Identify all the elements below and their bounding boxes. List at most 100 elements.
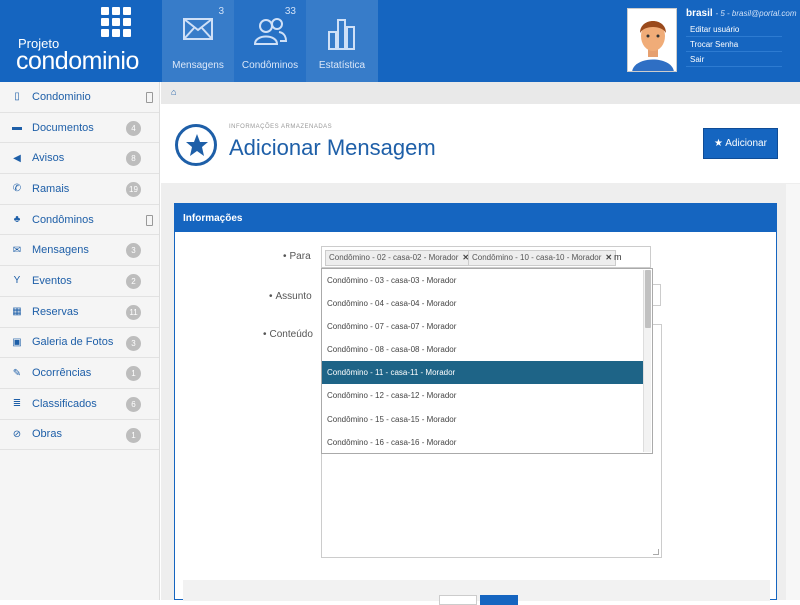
count-badge: 11 <box>126 304 141 320</box>
phone-icon: ✆ <box>12 183 22 195</box>
brand-line2: condominio <box>16 47 139 75</box>
bar-chart-icon <box>328 19 355 50</box>
sidebar-item-reservas[interactable]: ▦ Reservas 11 <box>0 297 159 328</box>
sidebar-item-cond-minos[interactable]: ♣ Condôminos <box>0 205 159 236</box>
nav-count: 33 <box>284 6 296 17</box>
logout-link[interactable]: Sair <box>686 52 782 67</box>
edit-user-link[interactable]: Editar usuário <box>686 22 782 37</box>
count-badge: 1 <box>126 427 141 443</box>
nav-label: Estatística <box>318 60 366 71</box>
sidebar-item-classificados[interactable]: ≣ Classificados 6 <box>0 389 159 420</box>
sidebar-item-ramais[interactable]: ✆ Ramais 19 <box>0 174 159 205</box>
sidebar-item-label: Obras <box>32 428 62 441</box>
megaphone-icon: ◀ <box>13 152 21 164</box>
sidebar-item-label: Ocorrências <box>32 367 92 380</box>
sidebar-item-label: Avisos <box>32 152 65 165</box>
recipient-dropdown: Condômino - 03 - casa-03 - Morador Condôm… <box>321 268 653 454</box>
dropdown-scrollbar[interactable] <box>643 270 651 452</box>
dropdown-option[interactable]: Condômino - 08 - casa-08 - Morador <box>322 338 643 361</box>
brand-logo[interactable]: Projeto condominio <box>0 0 160 82</box>
users-icon: ♣ <box>13 214 21 226</box>
assunto-input[interactable] <box>653 284 661 306</box>
home-icon[interactable]: ⌂ <box>171 87 176 97</box>
count-badge: 2 <box>126 274 141 290</box>
page-scrollbar[interactable] <box>786 184 800 600</box>
cancel-button[interactable] <box>439 595 477 605</box>
envelope-icon <box>183 18 213 40</box>
dropdown-option[interactable]: Condômino - 07 - casa-07 - Morador <box>322 315 643 338</box>
page-title: Adicionar Mensagem <box>229 135 436 160</box>
sidebar: ▯ Condominio ▬ Documentos 4 ◀ Avisos 8 ✆ Ramais 19… <box>0 82 160 600</box>
sidebar-item-documentos[interactable]: ▬ Documentos 4 <box>0 113 159 144</box>
sidebar-item-label: Eventos <box>32 274 72 287</box>
sidebar-item-mensagens[interactable]: ✉ Mensagens 3 <box>0 235 159 267</box>
user-menu: Editar usuário Trocar Senha Sair <box>686 22 782 67</box>
edit-icon: ✎ <box>12 367 22 379</box>
sidebar-item-eventos[interactable]: Y Eventos 2 <box>0 266 159 297</box>
envelope-icon: ✉ <box>12 244 22 256</box>
recipient-tag-input[interactable]: Condômino - 02 - casa-02 - Morador ✕ Cond… <box>321 246 651 268</box>
user-info: brasil - 5 - brasil@portal.com Editar us… <box>686 8 797 67</box>
conteudo-label: • Conteúdo <box>263 329 313 340</box>
count-badge: 3 <box>126 335 141 351</box>
nav-label: Mensagens <box>172 60 224 71</box>
user-avatar-icon <box>628 9 676 71</box>
page-subtitle: INFORMAÇÕES ARMAZENADAS <box>229 124 333 130</box>
sidebar-item-label: Ramais <box>32 182 70 195</box>
sidebar-item-obras[interactable]: ⊘ Obras 1 <box>0 420 159 451</box>
ban-icon: ⊘ <box>12 428 22 440</box>
recipient-tag: Condômino - 02 - casa-02 - Morador ✕ <box>325 250 474 266</box>
sidebar-item-label: Galeria de Fotos <box>32 336 114 349</box>
dropdown-scroll-thumb[interactable] <box>645 270 651 328</box>
dropdown-option[interactable]: Condômino - 15 - casa-15 - Morador <box>322 408 643 431</box>
list-icon: ≣ <box>12 398 22 410</box>
expand-icon[interactable] <box>146 92 153 103</box>
change-password-link[interactable]: Trocar Senha <box>686 37 782 52</box>
nav-label: Condôminos <box>241 60 299 71</box>
resize-grip-icon[interactable] <box>653 549 659 555</box>
recipient-tag: Condômino - 10 - casa-10 - Morador ✕ <box>468 250 617 266</box>
nav-tab-mensagens[interactable]: 3 Mensagens <box>162 0 234 82</box>
count-badge: 4 <box>126 120 141 136</box>
avatar[interactable] <box>627 8 677 72</box>
sidebar-item-galeria-de-fotos[interactable]: ▣ Galeria de Fotos 3 <box>0 328 159 359</box>
count-badge: 19 <box>126 182 141 198</box>
top-bar: Projeto condominio 3 Mensagens 33 Condôm… <box>0 0 800 82</box>
dropdown-option[interactable]: Condômino - 03 - casa-03 - Morador <box>322 269 643 292</box>
logo-grid-icon <box>101 7 131 37</box>
form-footer <box>183 580 770 605</box>
picture-icon: ▣ <box>12 336 22 348</box>
submit-button[interactable] <box>480 595 518 605</box>
dropdown-option[interactable]: Condômino - 11 - casa-11 - Morador <box>322 361 643 385</box>
para-label: • Para <box>283 251 311 262</box>
typed-text[interactable]: m <box>614 252 622 262</box>
dropdown-option[interactable]: Condômino - 12 - casa-12 - Morador <box>322 384 643 407</box>
nav-tab-estatistica[interactable]: Estatística <box>306 0 378 82</box>
nav-count: 3 <box>218 6 224 17</box>
sidebar-item-label: Condominio <box>32 90 91 103</box>
star-icon <box>175 124 217 166</box>
count-badge: 3 <box>126 243 141 259</box>
user-detail: - 5 - brasil@portal.com <box>715 9 797 18</box>
count-badge: 8 <box>126 151 141 167</box>
dropdown-option[interactable]: Condômino - 04 - casa-04 - Morador <box>322 292 643 315</box>
page-header: INFORMAÇÕES ARMAZENADAS Adicionar Mensag… <box>161 104 800 184</box>
info-panel: Informações • Para • Assunto • Conteúdo Con… <box>174 203 777 605</box>
sidebar-item-condominio[interactable]: ▯ Condominio <box>0 82 159 113</box>
user-name: brasil <box>686 8 713 19</box>
sidebar-item-label: Mensagens <box>32 244 89 257</box>
add-button[interactable]: ★ Adicionar <box>703 128 778 159</box>
nav-tab-condominos[interactable]: 33 Condôminos <box>234 0 306 82</box>
add-button-label: Adicionar <box>725 138 767 149</box>
remove-tag-icon[interactable]: ✕ <box>605 253 612 262</box>
calendar-icon: ▦ <box>12 306 22 318</box>
sidebar-item-label: Reservas <box>32 305 79 318</box>
sidebar-item-avisos[interactable]: ◀ Avisos 8 <box>0 143 159 175</box>
expand-icon[interactable] <box>146 214 153 226</box>
glass-icon: Y <box>13 275 21 287</box>
panel-heading: Informações <box>175 204 776 232</box>
users-icon <box>253 18 287 45</box>
dropdown-option[interactable]: Condômino - 16 - casa-16 - Morador <box>322 431 643 453</box>
sidebar-item-ocorr-ncias[interactable]: ✎ Ocorrências 1 <box>0 358 159 389</box>
count-badge: 1 <box>126 366 141 382</box>
